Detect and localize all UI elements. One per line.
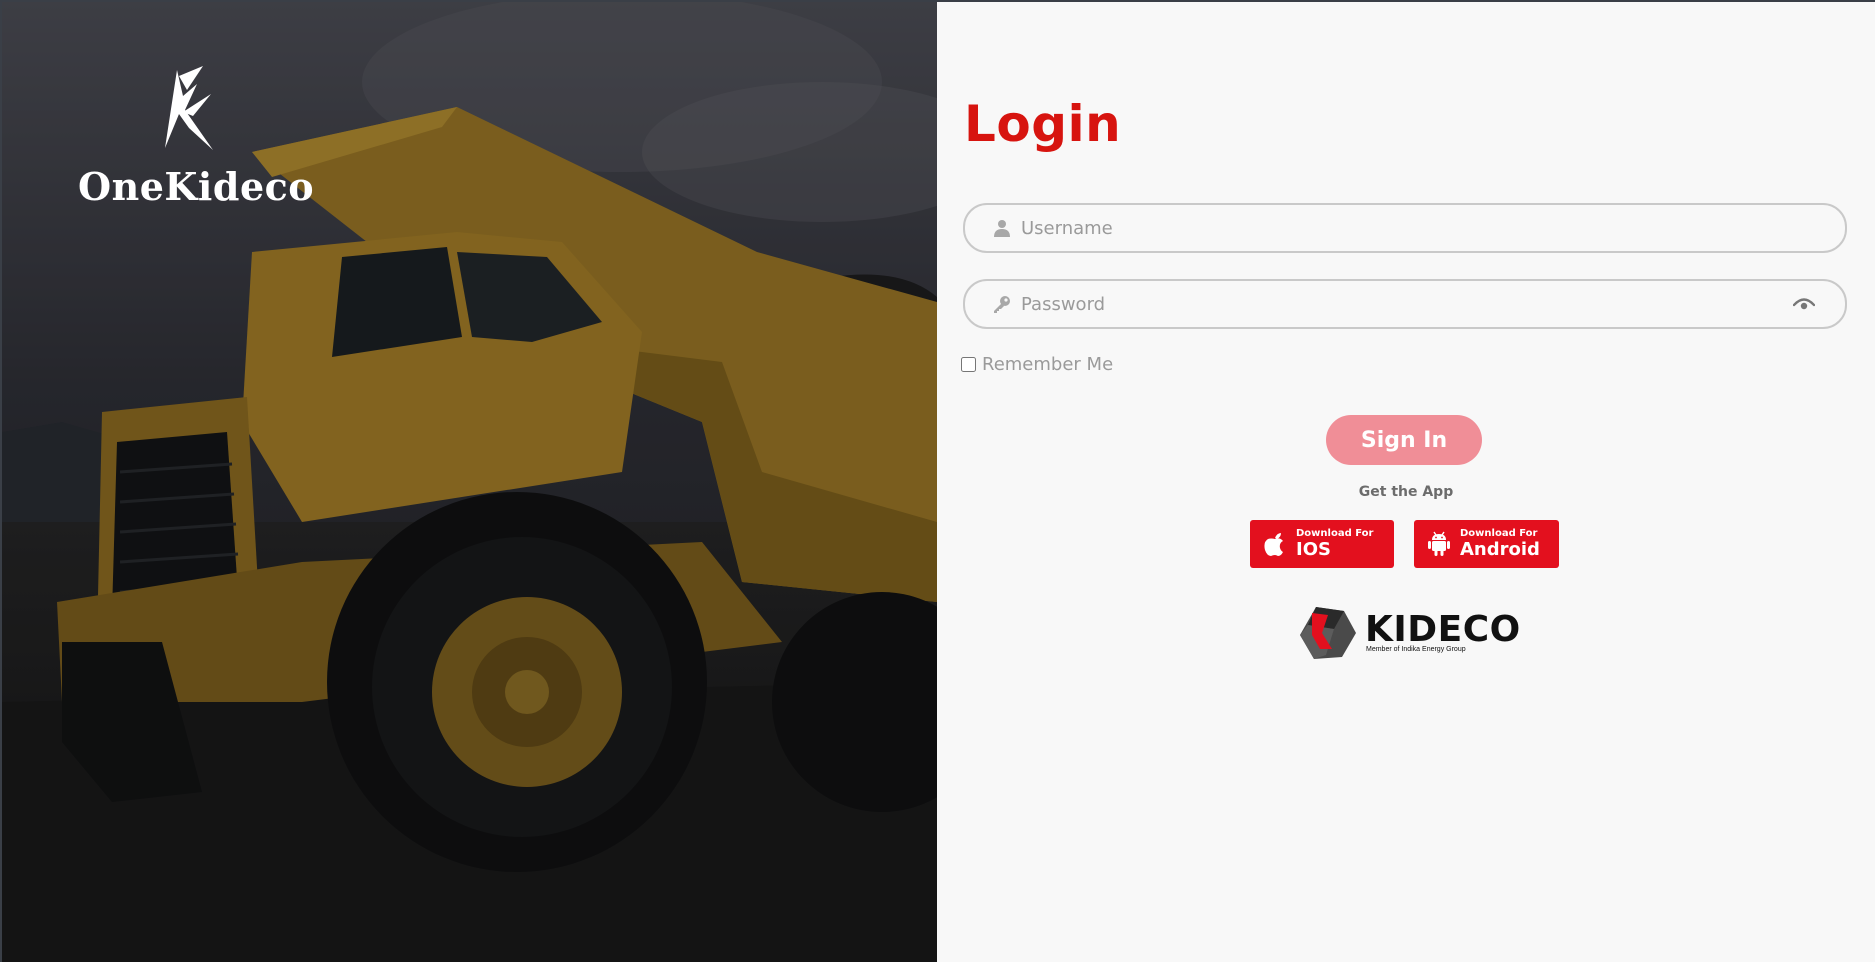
login-panel: Login Remember Me Sign In	[937, 2, 1875, 962]
password-field	[963, 279, 1847, 329]
username-field	[963, 203, 1847, 253]
remember-me-checkbox[interactable]	[961, 357, 976, 372]
show-password-eye-icon[interactable]	[1793, 297, 1815, 311]
apple-icon	[1264, 533, 1283, 556]
hero-panel: OneKideco	[2, 2, 937, 962]
key-icon	[994, 296, 1010, 313]
sign-in-button[interactable]: Sign In	[1326, 415, 1482, 465]
username-input[interactable]	[1021, 208, 1845, 248]
download-android-button[interactable]: Download For Android	[1414, 520, 1559, 568]
get-the-app-heading: Get the App	[1358, 484, 1454, 500]
password-input[interactable]	[1021, 284, 1793, 324]
download-ios-button[interactable]: Download For IOS	[1250, 520, 1394, 568]
kideco-wordmark: KIDECO	[1365, 609, 1521, 650]
brand-name: OneKideco	[78, 164, 315, 209]
android-download-small-text: Download For	[1460, 528, 1538, 539]
android-download-big-text: Android	[1460, 539, 1540, 560]
ios-download-small-text: Download For	[1296, 528, 1374, 539]
ios-download-big-text: IOS	[1296, 539, 1331, 560]
kideco-tagline: Member of Indika Energy Group	[1366, 646, 1466, 653]
user-icon	[994, 220, 1010, 237]
remember-me-row: Remember Me	[961, 354, 1113, 375]
remember-me-label[interactable]: Remember Me	[982, 354, 1113, 375]
brand-block: OneKideco	[78, 66, 315, 209]
kideco-cube-icon	[1300, 607, 1356, 659]
android-icon	[1428, 531, 1450, 556]
onekideco-logo-icon	[165, 66, 213, 150]
login-page: OneKideco Login Remem	[0, 0, 1875, 962]
page-title: Login	[964, 95, 1122, 153]
kideco-footer-logo: KIDECO Member of Indika Energy Group	[1298, 605, 1521, 661]
